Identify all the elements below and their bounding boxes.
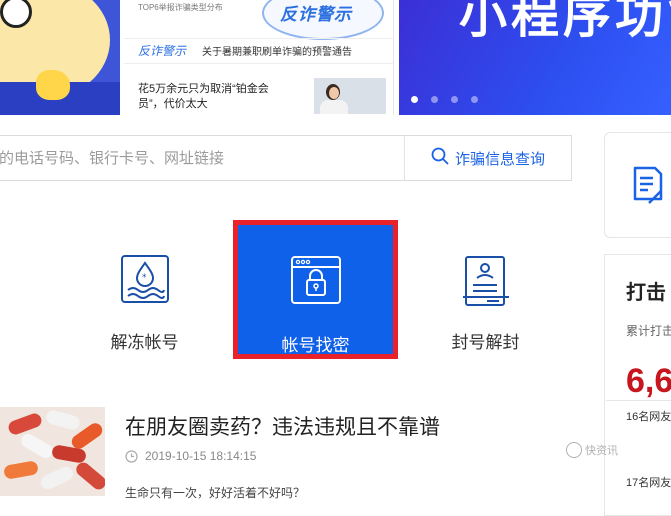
news-link-1[interactable]: 关于暑期兼职刷单诈骗的预警通告 [202, 43, 352, 58]
hero-carousel[interactable]: 小程序功能 [399, 0, 671, 115]
news-link-2[interactable]: 花5万余元只为取消“铂金会员”，代价太大 [138, 82, 288, 112]
news-tag: 反诈警示 [138, 44, 187, 58]
hero-title: 小程序功能 [459, 0, 671, 43]
service-label: 号 [0, 328, 20, 353]
report-document-icon [631, 165, 665, 210]
side-divider [606, 400, 671, 401]
unfreeze-icon: * [120, 254, 170, 309]
lock-window-icon [290, 255, 342, 310]
search-input[interactable] [0, 136, 403, 180]
carousel-dot-4[interactable] [471, 96, 478, 103]
news-thumbnail[interactable] [314, 78, 386, 114]
service-label: 解冻帐号 [110, 333, 179, 352]
svg-text:*: * [142, 273, 147, 283]
fraud-query-button[interactable]: 诈骗信息查询 [405, 136, 571, 180]
search-icon [431, 147, 449, 169]
document-icon [462, 254, 509, 313]
watermark-badge-icon [566, 442, 582, 458]
side-list-item[interactable]: 17名网友 [626, 474, 671, 490]
news-panel: TOP6举报诈骗类型分布 反诈警示 反诈警示 关于暑期兼职刷单诈骗的预警通告 花… [124, 0, 394, 115]
watermark-logo: 快资讯 [566, 440, 662, 460]
service-label: 帐号找密 [281, 336, 350, 355]
service-account[interactable]: 号 [0, 220, 20, 360]
article-thumbnail[interactable] [0, 407, 105, 496]
fraud-query-label: 诈骗信息查询 [454, 150, 545, 168]
strike-subtitle: 累计打击 [626, 324, 671, 338]
article-summary: 生命只有一次，好好活着不好吗？ [125, 486, 306, 500]
article-time: 2019-10-15 18:14:15 [145, 449, 257, 463]
news-subtitle: TOP6举报诈骗类型分布 [138, 3, 223, 12]
service-unblock[interactable]: 封号解封 [403, 220, 568, 360]
carousel-dot-3[interactable] [451, 96, 458, 103]
strike-title: 打击 [626, 282, 666, 304]
service-password-recovery[interactable]: 帐号找密 [233, 220, 398, 359]
service-unfreeze[interactable]: * 解冻帐号 [62, 220, 227, 360]
carousel-dot-2[interactable] [431, 96, 438, 103]
watermark-text: 快资讯 [585, 445, 618, 457]
side-list-item[interactable]: 16名网友 [626, 408, 671, 424]
search-bar: 诈骗信息查询 [0, 135, 572, 181]
mascot-banner-image[interactable] [0, 0, 120, 115]
clock-icon [125, 450, 138, 468]
article-title[interactable]: 在朋友圈卖药？违法违规且不靠谱 [125, 411, 440, 441]
service-label: 封号解封 [451, 333, 520, 352]
stamp-text: 反诈警示 [280, 5, 352, 24]
carousel-dot-1[interactable] [411, 96, 418, 103]
strike-number: 6,6 [626, 362, 671, 400]
